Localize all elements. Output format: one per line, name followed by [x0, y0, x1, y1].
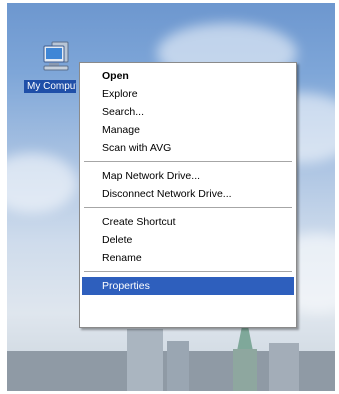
menu-item-create-shortcut[interactable]: Create Shortcut — [82, 213, 294, 231]
menu-item-map-network-drive[interactable]: Map Network Drive... — [82, 167, 294, 185]
cloud — [7, 153, 77, 213]
menu-separator — [84, 271, 292, 272]
menu-separator — [84, 161, 292, 162]
menu-item-manage[interactable]: Manage — [82, 121, 294, 139]
computer-icon[interactable] — [40, 38, 78, 76]
menu-item-delete[interactable]: Delete — [82, 231, 294, 249]
menu-item-scan-with-avg[interactable]: Scan with AVG — [82, 139, 294, 157]
menu-item-disconnect-network-drive[interactable]: Disconnect Network Drive... — [82, 185, 294, 203]
building — [127, 329, 163, 391]
menu-item-search[interactable]: Search... — [82, 103, 294, 121]
menu-item-explore[interactable]: Explore — [82, 85, 294, 103]
building — [269, 343, 299, 391]
menu-item-properties[interactable]: Properties — [82, 277, 294, 295]
menu-item-open[interactable]: Open — [82, 67, 294, 85]
menu-item-rename[interactable]: Rename — [82, 249, 294, 267]
desktop-background: My Computer Open Explore Search... Manag… — [7, 3, 335, 391]
menu-separator — [84, 207, 292, 208]
desktop-icon-label[interactable]: My Computer — [24, 80, 76, 93]
context-menu: Open Explore Search... Manage Scan with … — [79, 62, 297, 328]
building — [167, 341, 189, 391]
